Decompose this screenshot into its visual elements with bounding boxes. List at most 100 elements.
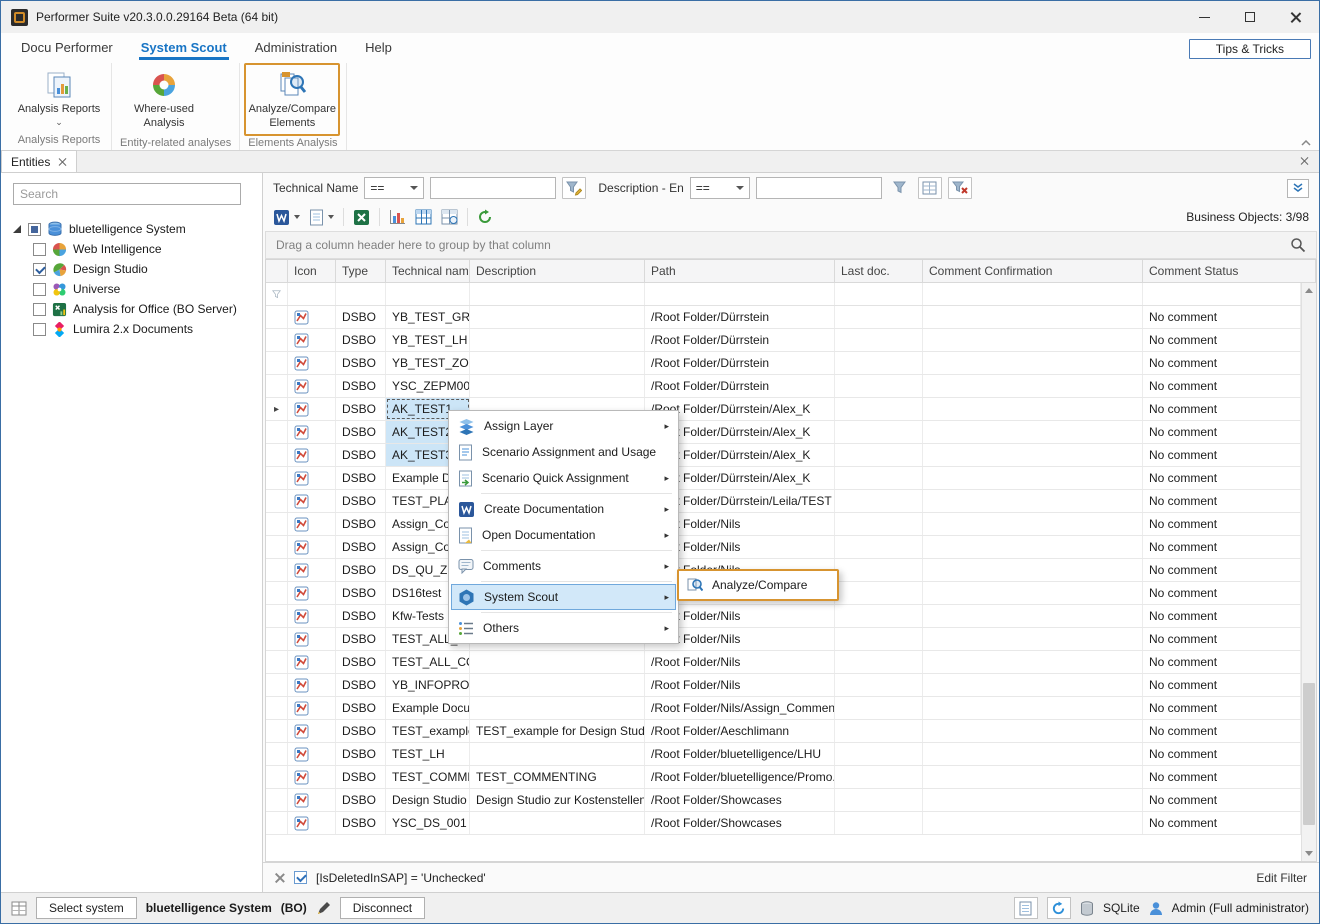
menu-item-others[interactable]: Others ▸ <box>451 615 676 641</box>
menu-item-system-scout[interactable]: System Scout ▸ <box>451 584 676 610</box>
maximize-button[interactable] <box>1227 1 1273 33</box>
filter-enabled-checkbox[interactable] <box>294 871 307 884</box>
analyze-compare-elements-button[interactable]: Analyze/Compare Elements <box>244 63 340 136</box>
apply-filter-icon-button[interactable] <box>888 177 912 199</box>
remove-filter-icon[interactable] <box>275 873 285 883</box>
filter-expression[interactable]: [IsDeletedInSAP] = 'Unchecked' <box>316 871 486 885</box>
table-row-17[interactable]: DSBO Example Docu... /Root Folder/Nils/A… <box>266 697 1301 720</box>
log-view-button[interactable] <box>1014 897 1038 919</box>
menu-item-open-documentation[interactable]: Open Documentation ▸ <box>451 522 676 548</box>
ribbon-tab-1[interactable]: System Scout <box>127 35 241 60</box>
tabstrip-close-icon[interactable] <box>1300 156 1309 165</box>
menu-item-assign-layer[interactable]: Assign Layer ▸ <box>451 413 676 439</box>
tree-item-analysis-for-office[interactable]: Analysis for Office (BO Server) <box>13 299 252 319</box>
filter-grid-icon-button[interactable] <box>918 177 942 199</box>
table-row-6[interactable]: DSBO AK_TEST3 /Root Folder/Dürrstein/Ale… <box>266 444 1301 467</box>
table-row-21[interactable]: DSBO Design Studio z... Design Studio zu… <box>266 789 1301 812</box>
search-icon[interactable] <box>1290 237 1306 253</box>
analysis-for-office-checkbox[interactable] <box>33 303 46 316</box>
ribbon-tab-3[interactable]: Help <box>351 35 406 60</box>
open-documentation-toolbar-button[interactable] <box>309 209 334 226</box>
select-system-button[interactable]: Select system <box>36 897 137 919</box>
technical-name-cell[interactable]: YSC_ZEPM001 <box>386 375 470 397</box>
sync-button[interactable] <box>1047 897 1071 919</box>
auto-filter-cell[interactable] <box>288 283 336 305</box>
table-row-22[interactable]: DSBO YSC_DS_001 /Root Folder/Showcases N… <box>266 812 1301 835</box>
edit-filter-icon-button[interactable] <box>562 177 586 199</box>
menu-item-comments[interactable]: Comments ▸ <box>451 553 676 579</box>
create-documentation-toolbar-button[interactable] <box>273 209 300 226</box>
where-used-analysis-button[interactable]: Where-used Analysis <box>116 63 212 136</box>
grid-view-button[interactable] <box>441 209 458 225</box>
technical-name-cell[interactable]: TEST_ALL_CO... <box>386 651 470 673</box>
table-row-4[interactable]: ▸ DSBO AK_TEST1 /Root <box>266 398 1301 421</box>
column-header-7[interactable]: Comment Status <box>1143 260 1316 283</box>
tab-close-icon[interactable] <box>58 157 67 166</box>
tree-item-web-intelligence[interactable]: Web Intelligence <box>13 239 252 259</box>
column-header-0[interactable]: Icon <box>288 260 336 283</box>
edit-filter-link[interactable]: Edit Filter <box>1256 871 1307 885</box>
filter-options-toggle-button[interactable] <box>1287 179 1309 198</box>
table-row-18[interactable]: DSBO TEST_example TEST_example for Desig… <box>266 720 1301 743</box>
technical-name-cell[interactable]: YB_TEST_ZOHO <box>386 352 470 374</box>
auto-filter-cell[interactable] <box>835 283 923 305</box>
column-header-3[interactable]: Description <box>470 260 645 283</box>
technical-name-cell[interactable]: Design Studio z... <box>386 789 470 811</box>
technical-name-cell[interactable]: TEST_example <box>386 720 470 742</box>
tree-item-system-root[interactable]: bluetelligence System <box>13 219 252 239</box>
column-header-2[interactable]: Technical name <box>386 260 470 283</box>
table-row-7[interactable]: DSBO Example Doc... /Root Folder/Dürrste… <box>266 467 1301 490</box>
chart-view-button[interactable] <box>389 209 406 225</box>
technical-name-cell[interactable]: TEST_COMME... <box>386 766 470 788</box>
technical-name-cell[interactable]: YB_INFOPROV... <box>386 674 470 696</box>
expander-icon[interactable] <box>13 225 22 234</box>
scroll-down-button[interactable] <box>1302 846 1316 861</box>
search-input[interactable] <box>13 183 241 205</box>
column-header-5[interactable]: Last doc. <box>835 260 923 283</box>
table-row-15[interactable]: DSBO TEST_ALL_CO... /Root Folder/Nils No… <box>266 651 1301 674</box>
description-operator-select[interactable]: == <box>690 177 750 199</box>
table-row-14[interactable]: DSBO TEST_ALL_CO... /Root Folder/Nils No… <box>266 628 1301 651</box>
clear-filter-button[interactable] <box>948 177 972 199</box>
column-header-4[interactable]: Path <box>645 260 835 283</box>
description-filter-input[interactable] <box>756 177 882 199</box>
ribbon-tab-0[interactable]: Docu Performer <box>7 35 127 60</box>
auto-filter-cell[interactable] <box>336 283 386 305</box>
edit-system-pen-icon[interactable] <box>316 901 331 916</box>
technical-name-cell[interactable]: TEST_LH <box>386 743 470 765</box>
lumira-checkbox[interactable] <box>33 323 46 336</box>
auto-filter-cell[interactable] <box>386 283 470 305</box>
minimize-button[interactable] <box>1181 1 1227 33</box>
tips-and-tricks-button[interactable]: Tips & Tricks <box>1189 39 1311 59</box>
technical-name-cell[interactable]: YB_TEST_LH <box>386 329 470 351</box>
system-root-checkbox[interactable] <box>28 223 41 236</box>
menu-item-scenario-quick-assignment[interactable]: Scenario Quick Assignment ▸ <box>451 465 676 491</box>
auto-filter-cell[interactable] <box>645 283 835 305</box>
auto-filter-cell[interactable] <box>470 283 645 305</box>
table-row-16[interactable]: DSBO YB_INFOPROV... /Root Folder/Nils No… <box>266 674 1301 697</box>
ribbon-collapse-button[interactable] <box>1301 140 1311 146</box>
column-header-1[interactable]: Type <box>336 260 386 283</box>
table-row-19[interactable]: DSBO TEST_LH /Root Folder/bluetelligence… <box>266 743 1301 766</box>
technical-name-cell[interactable]: YSC_DS_001 <box>386 812 470 834</box>
tab-entities[interactable]: Entities <box>1 150 77 172</box>
ribbon-tab-2[interactable]: Administration <box>241 35 351 60</box>
technical-name-cell[interactable]: Example Docu... <box>386 697 470 719</box>
table-row-20[interactable]: DSBO TEST_COMME... TEST_COMMENTING /Root… <box>266 766 1301 789</box>
table-row-9[interactable]: DSBO Assign_Comm... /Root Folder/Nils No… <box>266 513 1301 536</box>
tree-item-design-studio[interactable]: Design Studio <box>13 259 252 279</box>
auto-filter-cell[interactable] <box>923 283 1143 305</box>
column-header-6[interactable]: Comment Confirmation <box>923 260 1143 283</box>
table-row-2[interactable]: DSBO YB_TEST_ZOHO /Root Folder/Dürrstein… <box>266 352 1301 375</box>
auto-filter-cell[interactable] <box>1143 283 1301 305</box>
scrollbar-thumb[interactable] <box>1303 683 1315 825</box>
menu-item-scenario-assignment[interactable]: Scenario Assignment and Usage <box>451 439 676 465</box>
technical-name-cell[interactable]: YB_TEST_GRAPH <box>386 306 470 328</box>
menu-item-create-documentation[interactable]: Create Documentation ▸ <box>451 496 676 522</box>
disconnect-button[interactable]: Disconnect <box>340 897 425 919</box>
close-button[interactable] <box>1273 1 1319 33</box>
table-row-8[interactable]: DSBO TEST_PLANN... /Root Folder/Dürrstei… <box>266 490 1301 513</box>
export-excel-button[interactable] <box>353 209 370 226</box>
grid-auto-filter-row[interactable] <box>266 283 1301 306</box>
table-row-0[interactable]: DSBO YB_TEST_GRAPH /Root Folder/Dürrstei… <box>266 306 1301 329</box>
